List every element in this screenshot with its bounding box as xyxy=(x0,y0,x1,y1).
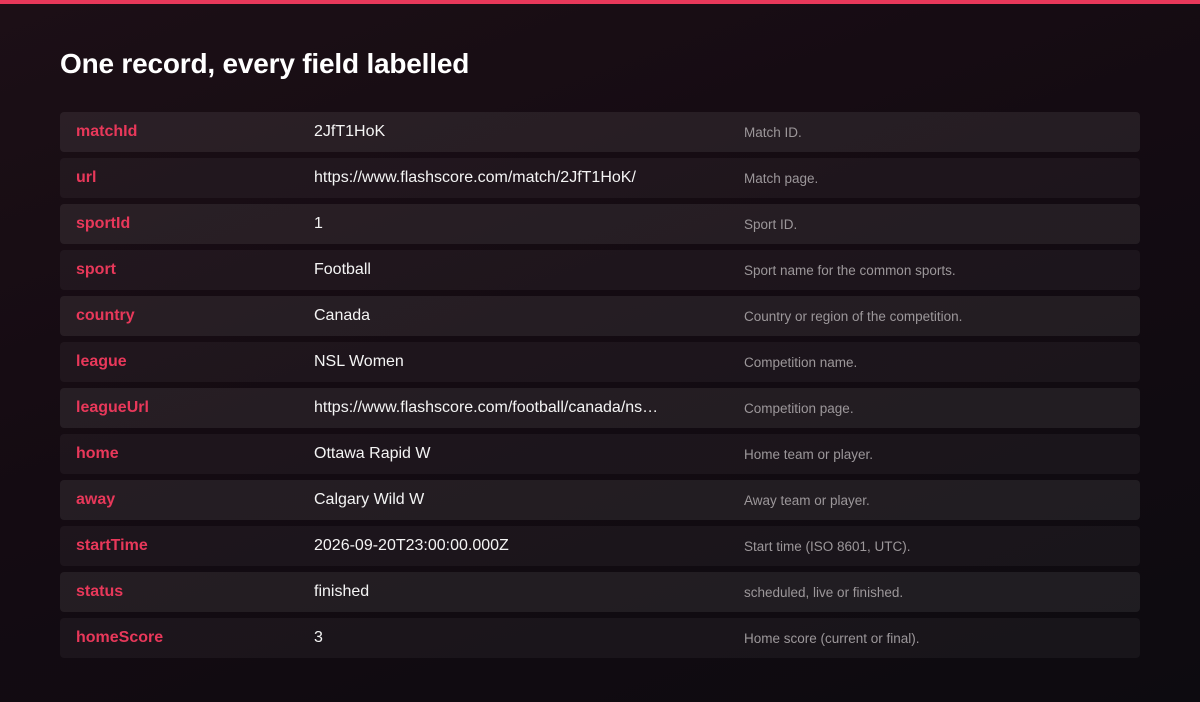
field-value: 1 xyxy=(314,215,323,232)
field-value: 2JfT1HoK xyxy=(314,123,386,140)
field-name: away xyxy=(76,491,116,508)
field-name: country xyxy=(76,307,135,324)
field-row: home Ottawa Rapid W Home team or player. xyxy=(60,434,1140,474)
field-value: Canada xyxy=(314,307,371,324)
field-row: sportId 1 Sport ID. xyxy=(60,204,1140,244)
field-value: https://www.flashscore.com/match/2JfT1Ho… xyxy=(314,169,636,186)
field-row: url https://www.flashscore.com/match/2Jf… xyxy=(60,158,1140,198)
field-name: matchId xyxy=(76,123,138,140)
field-row: league NSL Women Competition name. xyxy=(60,342,1140,382)
field-name: sport xyxy=(76,261,116,278)
field-description: Match ID. xyxy=(744,124,802,140)
field-name: sportId xyxy=(76,215,131,232)
field-description: Match page. xyxy=(744,170,819,186)
field-row: matchId 2JfT1HoK Match ID. xyxy=(60,112,1140,152)
field-row: homeScore 3 Home score (current or final… xyxy=(60,618,1140,658)
field-value: NSL Women xyxy=(314,353,404,370)
field-name: league xyxy=(76,353,127,370)
field-description: Competition name. xyxy=(744,354,858,370)
field-row: status finished scheduled, live or finis… xyxy=(60,572,1140,612)
field-name: leagueUrl xyxy=(76,399,149,416)
field-name: url xyxy=(76,169,97,186)
field-value: Ottawa Rapid W xyxy=(314,445,431,462)
field-row: leagueUrl https://www.flashscore.com/foo… xyxy=(60,388,1140,428)
field-description: Away team or player. xyxy=(744,492,870,508)
field-name: status xyxy=(76,583,124,600)
top-accent-bar xyxy=(0,0,1200,4)
field-name: home xyxy=(76,445,119,462)
field-description: Start time (ISO 8601, UTC). xyxy=(744,538,911,554)
field-description: scheduled, live or finished. xyxy=(744,584,904,600)
field-description: Home team or player. xyxy=(744,446,874,462)
field-value: finished xyxy=(314,583,370,600)
field-value: 3 xyxy=(314,629,323,646)
field-description: Home score (current or final). xyxy=(744,630,920,646)
field-row: startTime 2026-09-20T23:00:00.000Z Start… xyxy=(60,526,1140,566)
field-value: Football xyxy=(314,261,371,278)
field-name: homeScore xyxy=(76,629,164,646)
field-row: sport Football Sport name for the common… xyxy=(60,250,1140,290)
field-name: startTime xyxy=(76,537,148,554)
field-row: away Calgary Wild W Away team or player. xyxy=(60,480,1140,520)
field-description: Sport name for the common sports. xyxy=(744,262,956,278)
field-description: Competition page. xyxy=(744,400,854,416)
field-value: Calgary Wild W xyxy=(314,491,425,508)
field-description: Sport ID. xyxy=(744,216,798,232)
field-description: Country or region of the competition. xyxy=(744,308,963,324)
field-row: country Canada Country or region of the … xyxy=(60,296,1140,336)
field-table: matchId 2JfT1HoK Match ID. url https://w… xyxy=(60,112,1140,664)
field-value: https://www.flashscore.com/football/cana… xyxy=(314,399,659,416)
field-value: 2026-09-20T23:00:00.000Z xyxy=(314,537,509,554)
page-title: One record, every field labelled xyxy=(60,48,470,79)
